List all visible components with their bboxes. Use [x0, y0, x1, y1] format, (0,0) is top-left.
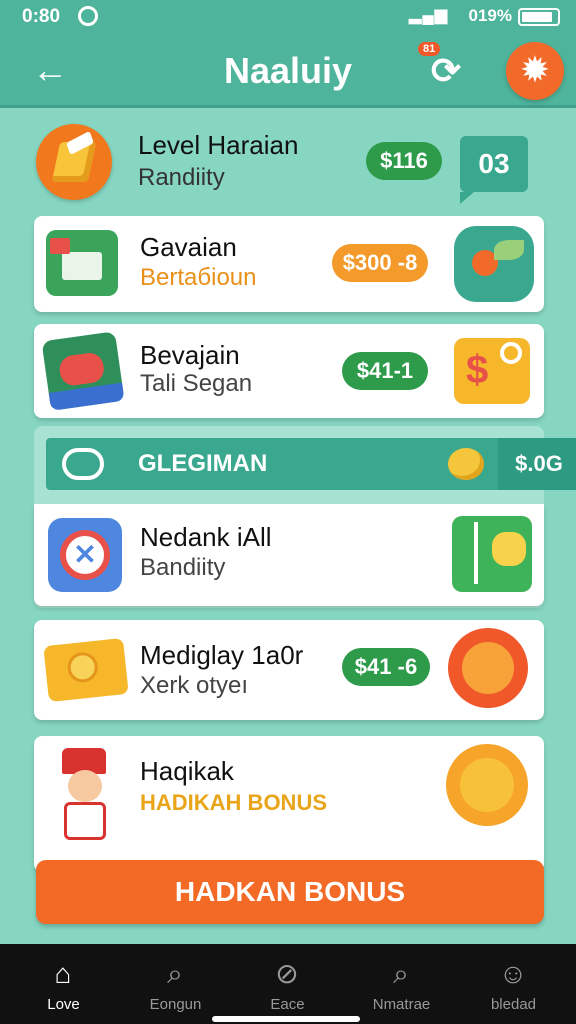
cancel-badge-icon: ✕ [48, 518, 122, 592]
gift-box-icon [46, 230, 118, 296]
item-title: Nedank iAll [140, 522, 272, 552]
nav-label: Eongun [149, 996, 202, 1013]
section-header[interactable]: GLEGIMAN $.0G [46, 438, 576, 490]
game-box-icon [41, 331, 125, 411]
refresh-badge: 81 [418, 42, 441, 56]
section-label: GLEGIMAN [138, 450, 268, 477]
nav-item-eongun[interactable]: ⌕ Eongun [118, 944, 233, 1024]
item-subtitle: Bertaбioun [140, 264, 257, 291]
nav-item-eace[interactable]: ⊘ Eace [230, 944, 345, 1024]
price-badge[interactable]: $41-1 [342, 352, 428, 390]
list-item[interactable]: Mediglay 1a0r Xerk otyeı $41 -6 [34, 620, 544, 720]
nav-item-love[interactable]: ⌂ Love [6, 944, 121, 1024]
app-bar: ← Naaluiy ⟳ 81 ✹ [0, 34, 576, 108]
home-icon: ⌂ [54, 958, 72, 989]
bottom-nav: ⌂ Love ⌕ Eongun ⊘ Eace ⌕ Nmatrae ☺ bleda… [0, 944, 576, 1024]
chat-leaf-icon [454, 226, 534, 302]
battery-percent: 019% [468, 6, 512, 25]
nav-label: Nmatrae [372, 996, 431, 1013]
level-title: Level Haraian [138, 130, 299, 160]
item-subtitle: Xerk otyeı [140, 672, 249, 699]
item-subtitle: Bandiity [140, 554, 226, 581]
list-item[interactable]: Gavaian Bertaбioun $300 -8 [34, 216, 544, 312]
level-price-badge[interactable]: $116 [366, 142, 442, 180]
list-item[interactable]: Bevajain Tali Segan $41-1 $ [34, 324, 544, 418]
list-item[interactable]: Haqikak HADIKAH BONUS [34, 736, 544, 872]
compass-icon: ⊘ [275, 958, 299, 989]
item-subtitle: Tali Segan [140, 370, 253, 397]
signal-icon: ▂▄▆ [409, 7, 448, 24]
nav-label: Love [47, 996, 80, 1013]
item-title: Bevajain [140, 340, 240, 370]
level-subtitle: Randiity [138, 164, 225, 191]
settings-gear-icon[interactable]: ✹ [506, 42, 564, 100]
eraser-icon [36, 124, 112, 200]
status-time: 0:80 [22, 6, 61, 27]
nav-label: bledad [490, 996, 537, 1013]
bonus-cta-button[interactable]: HADKAN BONUS [36, 860, 544, 924]
section-price[interactable]: $.0G [498, 438, 576, 490]
profile-icon: ☺ [498, 958, 528, 989]
item-title: Gavaian [140, 232, 237, 262]
character-icon [44, 744, 128, 840]
search-icon: ⌕ [393, 958, 409, 989]
level-row[interactable]: Level Haraian Randiity $116 03 [0, 112, 576, 212]
coin-icon [448, 448, 484, 480]
sun-face-icon [444, 742, 530, 828]
treasure-box-icon [43, 637, 129, 703]
price-badge[interactable]: $41 -6 [342, 648, 430, 686]
item-subtitle: HADIKAH BONUS [140, 790, 327, 815]
page-title: Naaluiy [223, 50, 353, 91]
item-title: Haqikak [140, 756, 234, 786]
price-badge[interactable]: $300 -8 [332, 244, 428, 282]
notification-icon [78, 6, 98, 26]
item-title: Mediglay 1a0r [140, 640, 304, 670]
level-count-bubble: 03 [460, 136, 528, 204]
nav-item-nmatrae[interactable]: ⌕ Nmatrae [344, 944, 459, 1024]
search-icon: ⌕ [167, 958, 183, 989]
nav-label: Eace [270, 996, 305, 1013]
sun-lion-icon [448, 624, 530, 712]
battery-icon [518, 8, 560, 26]
nav-item-bledad[interactable]: ☺ bledad [456, 944, 571, 1024]
home-indicator[interactable] [212, 1016, 360, 1022]
dollar-tag-icon: $ [454, 338, 530, 404]
status-bar: 0:80 ▂▄▆ 019% [0, 0, 576, 34]
list-item[interactable]: ✕ Nedank iAll Bandiity [34, 504, 544, 606]
plant-icon [452, 516, 532, 592]
link-icon [62, 448, 104, 480]
